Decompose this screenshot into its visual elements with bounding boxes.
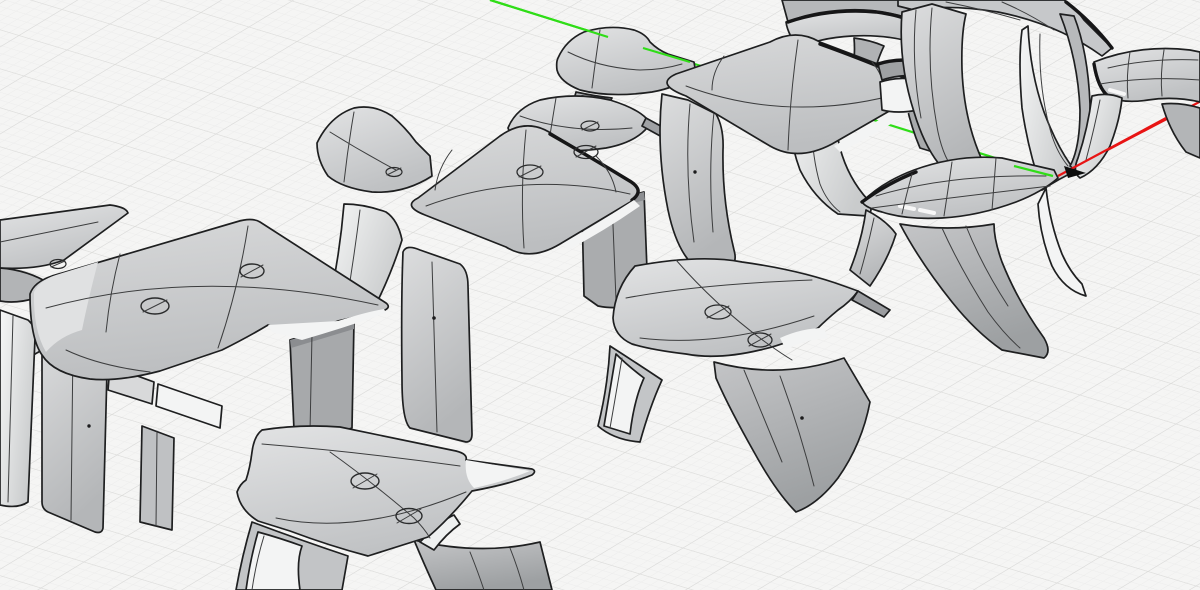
surface-point	[432, 316, 436, 320]
viewport[interactable]	[0, 0, 1200, 590]
surface-point	[693, 170, 696, 173]
surface-point	[87, 424, 90, 427]
bench-left-leg[interactable]	[0, 310, 35, 506]
viewport-canvas[interactable]	[0, 0, 1200, 590]
surface-point	[800, 416, 804, 420]
